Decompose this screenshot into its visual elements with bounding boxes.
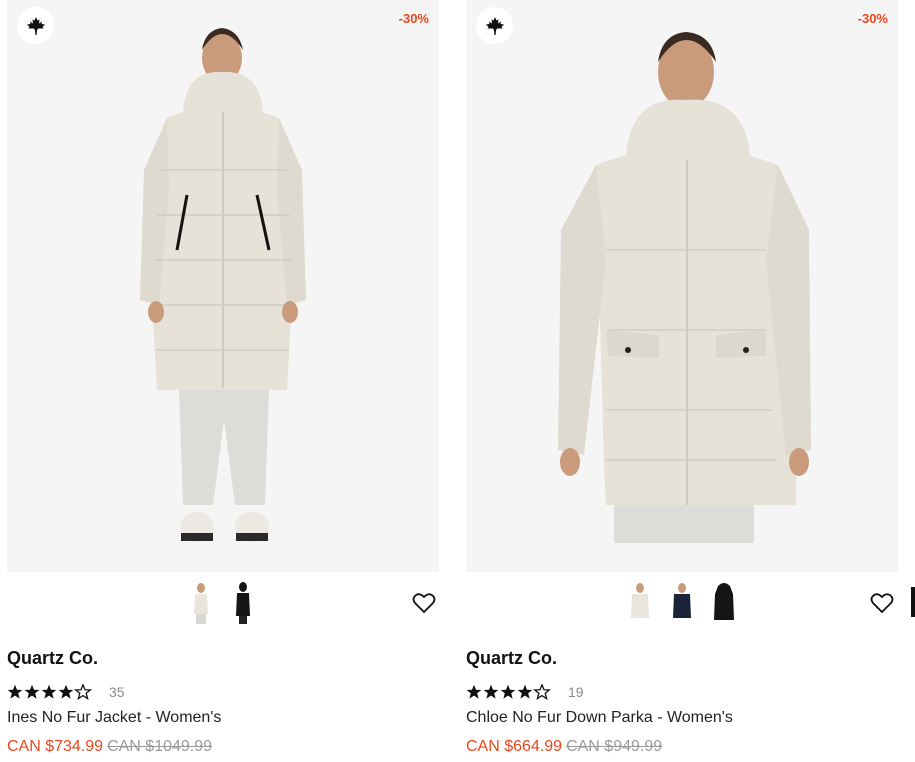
sale-price: CAN $664.99 — [466, 738, 563, 755]
maple-leaf-icon — [476, 7, 513, 44]
rating-stars-icon — [466, 684, 550, 700]
color-swatch-cream[interactable] — [623, 580, 657, 626]
product-image[interactable]: -30% — [466, 0, 898, 572]
product-name[interactable]: Ines No Fur Jacket - Women's — [7, 709, 221, 727]
maple-leaf-icon — [17, 7, 54, 44]
color-swatches — [466, 580, 898, 626]
star-rating: 35 — [7, 682, 125, 702]
product-grid: -30% Quartz Co. 35 Ines No Fur Jacket - … — [0, 0, 915, 762]
brand-name: Quartz Co. — [7, 648, 99, 668]
review-count: 35 — [109, 684, 125, 700]
rating-stars-icon — [7, 684, 91, 700]
color-swatches — [7, 580, 439, 626]
wishlist-heart-icon[interactable] — [411, 590, 437, 616]
model-parka-photo — [558, 32, 811, 543]
brand-name: Quartz Co. — [466, 648, 558, 668]
color-swatch-black[interactable] — [707, 580, 741, 626]
product-image[interactable]: -30% — [7, 0, 439, 572]
product-price: CAN $664.99 CAN $949.99 — [466, 738, 662, 756]
review-count: 19 — [568, 684, 584, 700]
product-price: CAN $734.99 CAN $1049.99 — [7, 738, 212, 756]
original-price: CAN $949.99 — [566, 738, 663, 755]
product-card[interactable]: -30% Quartz Co. 19 Chloe No Fur Down Par… — [466, 0, 898, 755]
product-card[interactable]: -30% Quartz Co. 35 Ines No Fur Jacket - … — [7, 0, 439, 755]
original-price: CAN $1049.99 — [107, 738, 213, 755]
discount-badge: -30% — [398, 11, 429, 26]
color-swatch-navy[interactable] — [665, 580, 699, 626]
wishlist-heart-icon[interactable] — [869, 590, 895, 616]
color-swatch-cream[interactable] — [184, 580, 218, 626]
star-rating: 19 — [466, 682, 584, 702]
product-name[interactable]: Chloe No Fur Down Parka - Women's — [466, 709, 733, 727]
sale-price: CAN $734.99 — [7, 738, 104, 755]
model-long-jacket-photo — [140, 28, 306, 542]
discount-badge: -30% — [857, 11, 888, 26]
scroll-next-button[interactable] — [911, 587, 915, 617]
color-swatch-black[interactable] — [226, 580, 260, 626]
